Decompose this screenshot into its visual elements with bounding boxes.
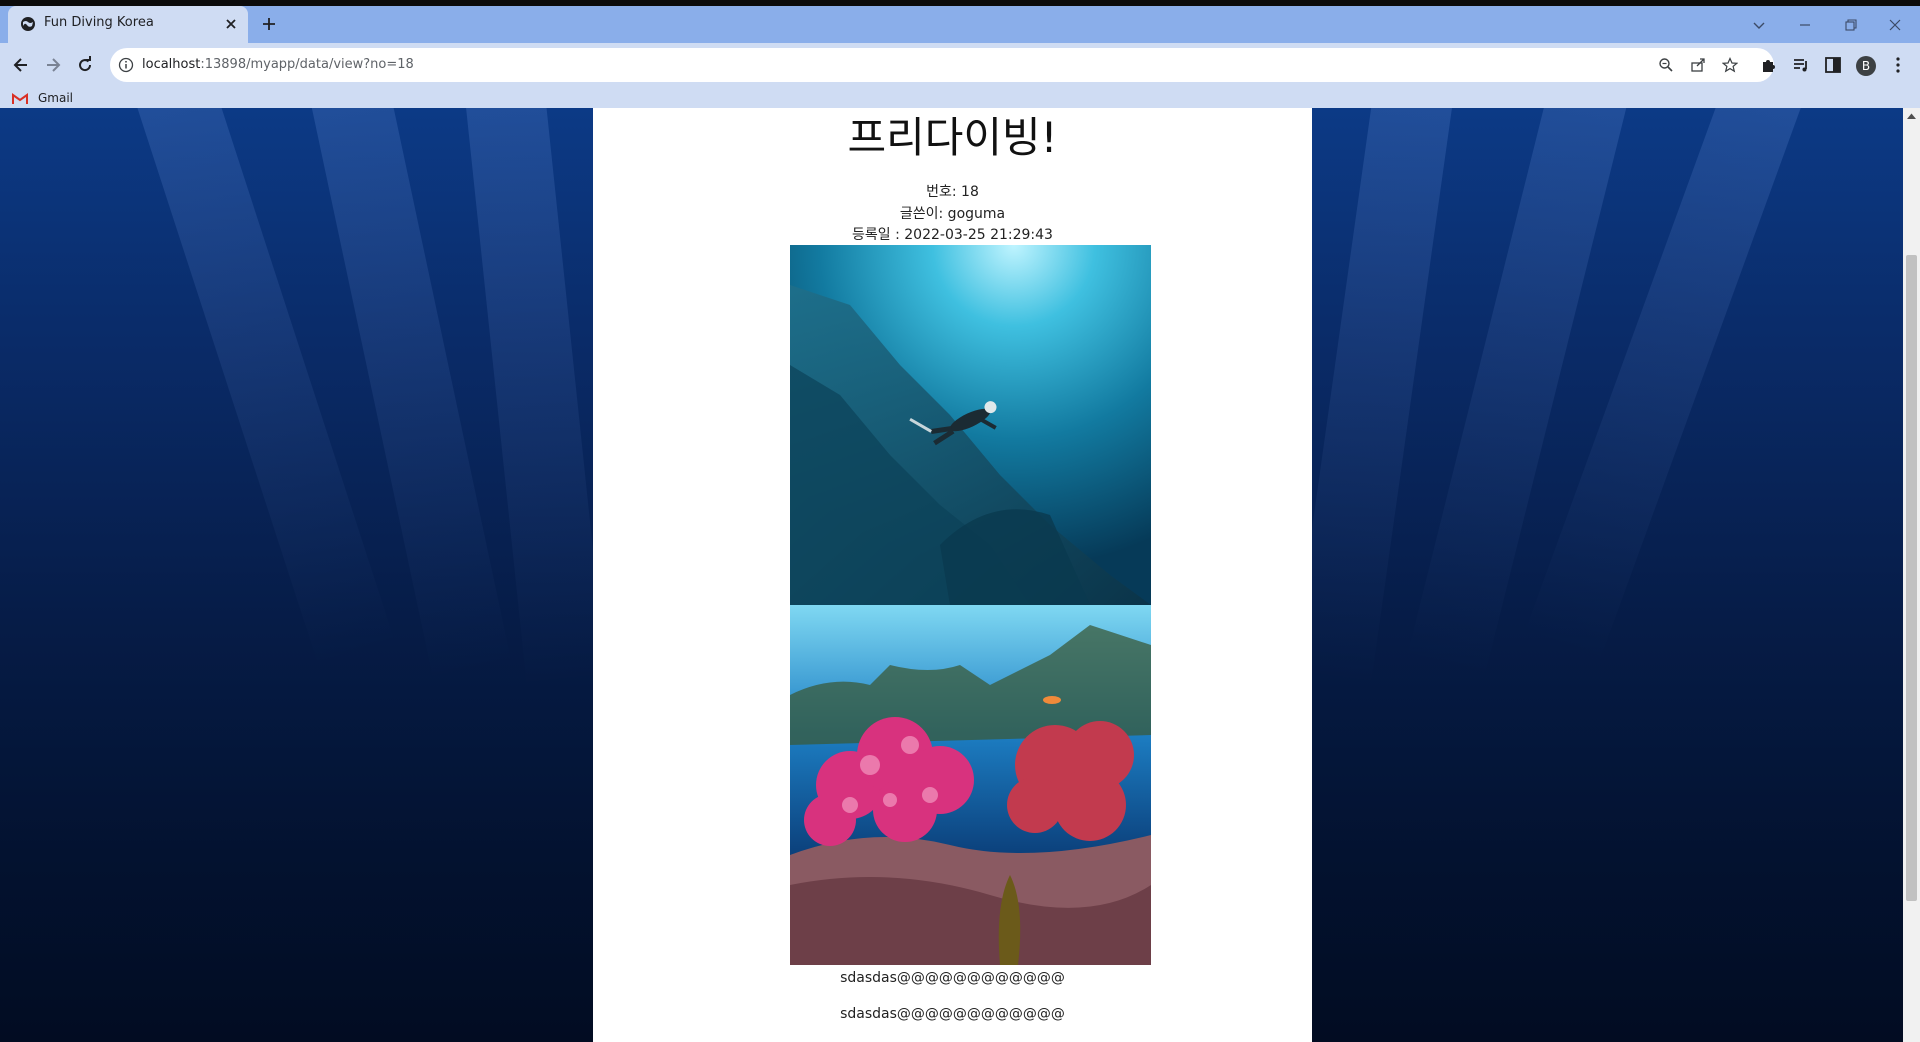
freediver-photo xyxy=(790,245,1151,605)
reload-icon[interactable] xyxy=(75,55,95,75)
back-arrow-icon[interactable] xyxy=(11,55,31,75)
side-panel-icon[interactable] xyxy=(1823,55,1843,75)
new-tab-icon[interactable] xyxy=(260,15,278,33)
menu-kebab-icon[interactable] xyxy=(1888,55,1908,75)
scrollbar-thumb[interactable] xyxy=(1906,255,1917,901)
browser-toolbar: localhost:13898/myapp/data/view?no=18 B xyxy=(0,43,1920,114)
media-queue-icon[interactable] xyxy=(1791,55,1811,75)
forward-arrow-icon[interactable] xyxy=(43,55,63,75)
extensions-icon[interactable] xyxy=(1759,55,1779,75)
url-path: :13898/myapp/data/view?no=18 xyxy=(200,57,414,72)
close-window-icon[interactable] xyxy=(1884,14,1906,36)
share-icon[interactable] xyxy=(1690,57,1706,73)
post-title: 프리다이빙! xyxy=(847,113,1058,162)
post-number: 번호: 18 xyxy=(926,184,979,200)
url-text[interactable]: localhost:13898/myapp/data/view?no=18 xyxy=(142,57,414,72)
bookmark-star-icon[interactable] xyxy=(1722,57,1738,73)
coral-reef-photo xyxy=(790,605,1151,965)
post-body-line: sdasdas@@@@@@@@@@@@ xyxy=(840,970,1065,986)
close-tab-icon[interactable] xyxy=(222,15,240,33)
gmail-icon xyxy=(12,93,28,104)
post-date: 등록일 : 2022-03-25 21:29:43 xyxy=(852,227,1053,243)
page-viewport: 프리다이빙! 번호: 18 글쓴이: goguma 등록일 : 2022-03-… xyxy=(0,108,1920,1042)
bookmark-label: Gmail xyxy=(38,91,74,105)
zoom-icon[interactable] xyxy=(1658,57,1674,73)
tab-search-icon[interactable] xyxy=(1748,14,1770,36)
address-bar[interactable]: localhost:13898/myapp/data/view?no=18 xyxy=(110,48,1774,82)
post-content: 프리다이빙! 번호: 18 글쓴이: goguma 등록일 : 2022-03-… xyxy=(593,108,1312,1042)
scroll-up-arrow-icon[interactable] xyxy=(1906,112,1917,120)
minimize-icon[interactable] xyxy=(1794,14,1816,36)
tab-strip: Fun Diving Korea xyxy=(0,6,1920,43)
tab-title: Fun Diving Korea xyxy=(44,15,154,30)
globe-icon xyxy=(21,17,35,31)
profile-avatar[interactable]: B xyxy=(1856,56,1876,76)
url-host: localhost xyxy=(142,57,201,72)
post-body-line: sdasdas@@@@@@@@@@@@ xyxy=(840,1006,1065,1022)
page-scrollbar[interactable] xyxy=(1903,108,1920,1042)
restore-icon[interactable] xyxy=(1840,14,1862,36)
site-info-icon[interactable] xyxy=(118,57,134,73)
post-author: 글쓴이: goguma xyxy=(899,206,1006,222)
browser-tab[interactable]: Fun Diving Korea xyxy=(8,6,248,43)
